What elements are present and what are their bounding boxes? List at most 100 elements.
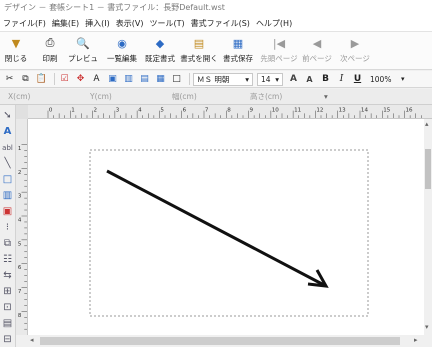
ruler-label: 15 — [383, 108, 391, 114]
close-button[interactable]: ▼ 閉じる — [5, 32, 28, 68]
italic-button[interactable]: I — [335, 73, 348, 86]
image-tool-icon[interactable]: ▣ — [106, 73, 119, 86]
horizontal-ruler: 0 1 2 3 4 5 6 7 8 9 10 11 12 13 14 15 16 — [28, 105, 432, 119]
lock-icon[interactable]: ⊡ — [1, 301, 14, 314]
group-icon[interactable]: ⧉ — [1, 237, 14, 250]
underline-button[interactable]: U — [351, 73, 364, 86]
layout-tool-icon[interactable]: ▤ — [138, 73, 151, 86]
ruler-label: 16 — [406, 108, 414, 114]
save-format-button[interactable]: ▦ 書式保存 — [221, 32, 255, 68]
print-button[interactable]: ⎙ 印刷 — [37, 32, 63, 68]
chevron-down-icon: ▾ — [245, 74, 249, 84]
window-title: デザイン － 套帳シート1 － 書式ファイル：長野Default.wst — [0, 0, 432, 16]
ruler-label: 6 — [18, 265, 22, 271]
default-format-button[interactable]: ◆ 既定書式 — [143, 32, 177, 68]
text-tool-icon[interactable]: A — [90, 73, 103, 86]
copy-icon[interactable]: ⧉ — [19, 73, 32, 86]
chevron-down-icon[interactable]: ▾ — [324, 92, 328, 101]
vertical-scroll-thumb[interactable] — [425, 149, 431, 189]
font-size-select[interactable]: 14 ▾ — [257, 72, 283, 86]
chart-tool-icon[interactable]: ▥ — [122, 73, 135, 86]
cut-icon[interactable]: ✂ — [3, 73, 16, 86]
checkbox-tool-icon[interactable]: ☑ — [58, 73, 71, 86]
scroll-down-icon[interactable]: ▾ — [425, 323, 429, 331]
barcode-icon[interactable]: ⁝ — [1, 221, 14, 234]
toolbar-divider — [189, 73, 190, 85]
menu-insert[interactable]: 挿入(I) — [85, 18, 110, 29]
vertical-scrollbar[interactable]: ▴ ▾ — [424, 119, 432, 335]
printer-icon: ⎙ — [45, 36, 55, 49]
list-edit-icon: ◉ — [117, 36, 127, 50]
paste-icon[interactable]: 📋 — [35, 73, 48, 86]
toolbar-divider — [54, 73, 55, 85]
first-page-button[interactable]: |◀ 先頭ページ — [259, 32, 299, 68]
ruler-label: 1 — [18, 146, 22, 152]
rectangle-tool-icon[interactable]: □ — [170, 73, 183, 86]
scroll-left-icon[interactable]: ◂ — [30, 336, 34, 344]
preview-button[interactable]: 🔍 プレビュ — [68, 32, 98, 68]
x-coordinate-label: X(cm) — [8, 92, 31, 101]
y-coordinate-label: Y(cm) — [90, 92, 112, 101]
pointer-icon[interactable]: ➘ — [1, 109, 14, 122]
align-icon[interactable]: ☷ — [1, 253, 14, 266]
bold-button[interactable]: B — [319, 73, 332, 86]
main-toolbar: ▼ 閉じる ⎙ 印刷 🔍 プレビュ ◉ 一覧編集 ◆ 既定書式 ▤ 書式を開く … — [0, 32, 432, 70]
open-format-button[interactable]: ▤ 書式を開く — [179, 32, 219, 68]
shrink-font-button[interactable]: A — [303, 73, 316, 86]
ruler-label: 9 — [250, 108, 254, 114]
default-format-icon: ◆ — [155, 36, 165, 50]
ruler-label: 14 — [361, 108, 369, 114]
menu-edit[interactable]: 編集(E) — [52, 18, 79, 29]
horizontal-scroll-thumb[interactable] — [40, 337, 400, 345]
menu-tools[interactable]: ツール(T) — [149, 18, 184, 29]
menu-file[interactable]: ファイル(F) — [3, 18, 46, 29]
menu-format-file[interactable]: 書式ファイル(S) — [191, 18, 250, 29]
arrow-shape[interactable] — [106, 169, 325, 287]
ruler-label: 6 — [183, 108, 187, 114]
label-icon[interactable]: abl — [1, 141, 14, 154]
prev-page-button[interactable]: ◀ 前ページ — [301, 32, 333, 68]
text-icon[interactable]: A — [1, 125, 14, 138]
table-tool-icon[interactable]: ▦ — [154, 73, 167, 86]
chevron-down-icon[interactable]: ▾ — [401, 75, 405, 83]
move-tool-icon[interactable]: ✥ — [74, 73, 87, 86]
menu-view[interactable]: 表示(V) — [116, 18, 144, 29]
prev-page-icon: ◀ — [312, 36, 322, 50]
horizontal-scrollbar[interactable]: ◂ ▸ — [28, 335, 424, 347]
menu-bar: ファイル(F) 編集(E) 挿入(I) 表示(V) ツール(T) 書式ファイル(… — [0, 16, 432, 32]
ruler-label: 11 — [294, 108, 302, 114]
scroll-up-icon[interactable]: ▴ — [425, 120, 429, 128]
settings-icon[interactable]: ⊟ — [1, 333, 14, 346]
ruler-label: 4 — [18, 218, 22, 224]
layer-icon[interactable]: ⊞ — [1, 285, 14, 298]
rectangle-icon[interactable]: □ — [1, 173, 14, 186]
list-edit-button[interactable]: ◉ 一覧編集 — [105, 32, 139, 68]
design-canvas[interactable] — [28, 119, 424, 335]
menu-help[interactable]: ヘルプ(H) — [256, 18, 292, 29]
next-page-button[interactable]: ▶ 次ページ — [339, 32, 371, 68]
ruler-label: 7 — [205, 108, 209, 114]
ruler-label: 13 — [339, 108, 347, 114]
format-toolbar: ✂ ⧉ 📋 ☑ ✥ A ▣ ▥ ▤ ▦ □ ＭＳ 明朝 ▾ 14 ▾ A A B… — [0, 71, 432, 88]
zoom-select[interactable]: 100% — [367, 73, 397, 86]
print-area-frame — [89, 149, 369, 317]
width-label: 幅(cm) — [172, 92, 197, 101]
distribute-icon[interactable]: ⇆ — [1, 269, 14, 282]
next-page-icon: ▶ — [350, 36, 360, 50]
zoom-value: 100% — [370, 74, 392, 84]
coordinate-bar: X(cm) Y(cm) 幅(cm) 高さ(cm) ▾ — [0, 89, 432, 105]
ruler-label: 5 — [18, 241, 22, 247]
grow-font-button[interactable]: A — [287, 73, 300, 86]
font-name-select[interactable]: ＭＳ 明朝 ▾ — [193, 72, 253, 86]
ruler-label: 7 — [18, 289, 22, 295]
open-format-icon: ▤ — [193, 36, 205, 50]
line-icon[interactable]: ╲ — [1, 157, 14, 170]
ruler-label: 2 — [94, 108, 98, 114]
tool-palette: ➘ A abl ╲ □ ▥ ▣ ⁝ ⧉ ☷ ⇆ ⊞ ⊡ ▤ ⊟ — [0, 105, 16, 347]
image-icon[interactable]: ▣ — [1, 205, 14, 218]
scroll-right-icon[interactable]: ▸ — [414, 336, 418, 344]
grid-icon[interactable]: ▤ — [1, 317, 14, 330]
ruler-label: 5 — [160, 108, 164, 114]
table-icon[interactable]: ▥ — [1, 189, 14, 202]
ruler-label: 8 — [227, 108, 231, 114]
